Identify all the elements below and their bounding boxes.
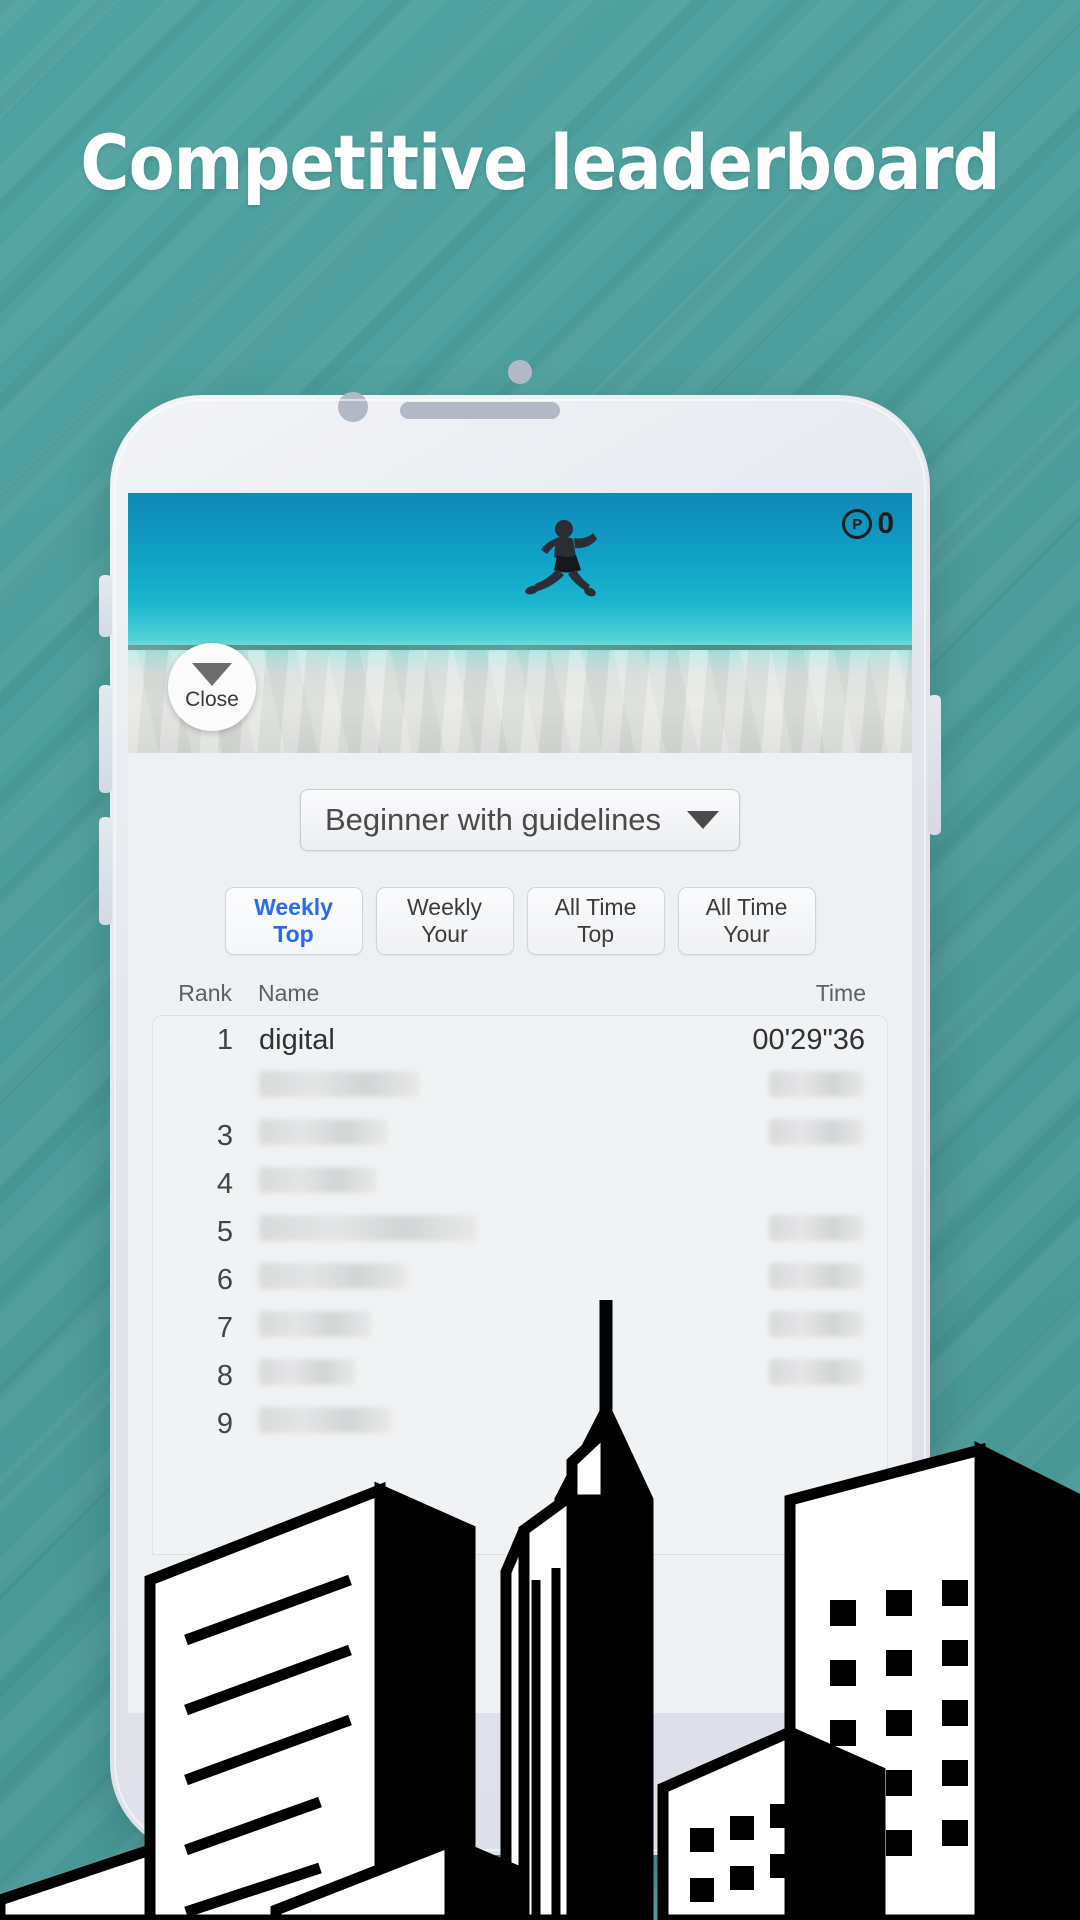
row-rank: 5 xyxy=(216,1215,233,1248)
earpiece-speaker xyxy=(400,402,560,419)
volume-up-button[interactable] xyxy=(99,685,112,793)
table-row[interactable]: 7 xyxy=(153,1304,887,1352)
redacted-name xyxy=(259,1407,391,1433)
tab-label-line1: All Time xyxy=(705,893,788,920)
tab-label-line1: Weekly xyxy=(407,893,482,920)
page-title: Competitive leaderboard xyxy=(80,118,1000,207)
points-value: 0 xyxy=(877,507,894,540)
jumping-man-silhouette xyxy=(525,520,597,597)
table-row[interactable] xyxy=(153,1064,887,1112)
row-name xyxy=(259,1263,769,1297)
row-rank: 3 xyxy=(216,1119,233,1152)
redacted-name xyxy=(259,1263,407,1289)
row-name xyxy=(259,1215,769,1249)
close-button-label: Close xyxy=(185,687,239,711)
column-header-rank: Rank xyxy=(178,980,232,1006)
row-time xyxy=(769,1215,865,1249)
row-time xyxy=(769,1119,865,1153)
table-row[interactable]: 6 xyxy=(153,1256,887,1304)
redacted-time xyxy=(769,1071,865,1097)
leaderboard-tabs: Weekly Top Weekly Your All Time Top All Time Yo… xyxy=(128,887,912,955)
tab-label-line1: Weekly xyxy=(254,893,333,920)
camera-dot-icon xyxy=(508,360,532,384)
tab-label-line2: Top xyxy=(576,921,615,947)
points-counter: P 0 xyxy=(842,507,894,541)
row-time xyxy=(769,1263,865,1297)
points-badge-icon: P xyxy=(842,509,873,539)
row-time xyxy=(769,1359,865,1393)
table-row[interactable]: 3 xyxy=(153,1112,887,1160)
row-rank: 7 xyxy=(216,1311,233,1344)
hero-photo: P 0 Close xyxy=(128,493,912,753)
tab-label-line1: All Time xyxy=(554,893,637,920)
redacted-time xyxy=(769,1215,865,1241)
phone-mockup: P 0 Close Beginner with guidelines Weekl… xyxy=(99,360,941,1855)
volume-down-button[interactable] xyxy=(99,817,112,925)
tab-label-line2: Your xyxy=(421,921,468,947)
table-column-headers: Rank Name Time xyxy=(174,977,866,1007)
close-button[interactable]: Close xyxy=(168,643,256,731)
tab-label-line2: Top xyxy=(273,921,314,947)
difficulty-select-value: Beginner with guidelines xyxy=(325,802,662,837)
tab-label-line2: Your xyxy=(723,921,770,947)
column-header-time: Time xyxy=(815,980,866,1006)
row-rank: 6 xyxy=(216,1263,233,1296)
tab-weekly-your[interactable]: Weekly Your xyxy=(375,887,514,955)
redacted-name xyxy=(259,1071,419,1097)
tab-weekly-top[interactable]: Weekly Top xyxy=(224,887,363,955)
table-row[interactable]: 1 digital 00'29"36 xyxy=(153,1016,887,1064)
row-rank: 8 xyxy=(216,1359,233,1392)
redacted-time xyxy=(769,1359,865,1385)
row-time: 00'29"36 xyxy=(752,1023,865,1056)
difficulty-select[interactable]: Beginner with guidelines xyxy=(300,789,740,851)
proximity-sensor-icon xyxy=(338,392,368,422)
redacted-name xyxy=(259,1167,377,1193)
redacted-time xyxy=(769,1311,865,1337)
triangle-down-icon xyxy=(192,662,232,686)
power-button[interactable] xyxy=(928,695,941,835)
row-time xyxy=(769,1311,865,1345)
redacted-name xyxy=(259,1311,371,1337)
row-name xyxy=(259,1071,769,1105)
row-name xyxy=(259,1167,865,1201)
table-row[interactable]: 9 xyxy=(153,1400,887,1448)
tab-all-time-top[interactable]: All Time Top xyxy=(526,887,665,955)
leaderboard-panel: Beginner with guidelines Weekly Top Weekly… xyxy=(128,753,912,1555)
column-header-name: Name xyxy=(258,980,320,1006)
row-rank: 1 xyxy=(216,1023,233,1056)
app-screen: P 0 Close Beginner with guidelines Weekl… xyxy=(128,493,912,1713)
leaderboard-list[interactable]: 1 digital 00'29"36 3 4 5 6 7 8 9 xyxy=(152,1015,888,1555)
redacted-name xyxy=(259,1359,355,1385)
row-name xyxy=(259,1359,769,1393)
chevron-down-icon xyxy=(687,811,719,829)
table-row[interactable]: 8 xyxy=(153,1352,887,1400)
row-time xyxy=(769,1071,865,1105)
row-name: digital xyxy=(259,1023,335,1056)
redacted-name xyxy=(259,1119,387,1145)
table-row[interactable]: 4 xyxy=(153,1160,887,1208)
row-name xyxy=(259,1119,769,1153)
table-row[interactable]: 5 xyxy=(153,1208,887,1256)
row-name xyxy=(259,1311,769,1345)
row-name xyxy=(259,1407,865,1441)
mute-switch[interactable] xyxy=(99,575,112,637)
redacted-time xyxy=(769,1119,865,1145)
redacted-name xyxy=(259,1215,477,1241)
row-rank: 9 xyxy=(216,1407,233,1440)
tab-all-time-your[interactable]: All Time Your xyxy=(677,887,816,955)
redacted-time xyxy=(769,1263,865,1289)
row-rank: 4 xyxy=(216,1167,233,1200)
